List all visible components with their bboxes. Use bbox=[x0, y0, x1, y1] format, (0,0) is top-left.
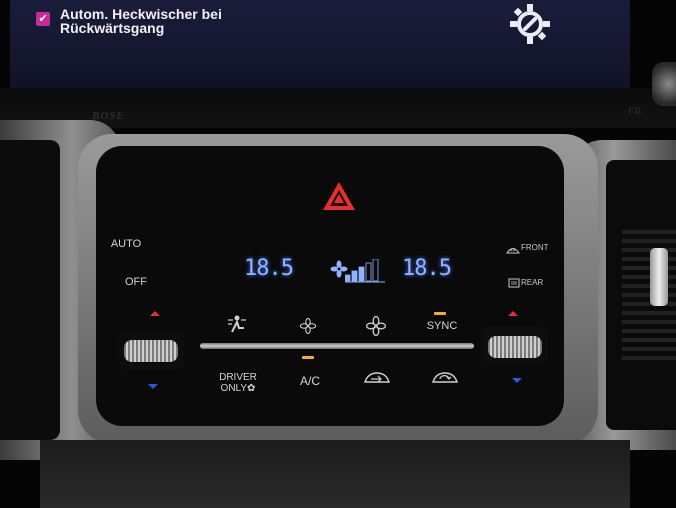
ac-indicator bbox=[302, 356, 314, 359]
right-temp-roller-grip bbox=[488, 336, 542, 358]
right-temp-down-chevron bbox=[512, 378, 522, 383]
front-defrost-label: FRONT bbox=[521, 243, 549, 252]
airflow-mode-icon[interactable] bbox=[226, 314, 248, 334]
auto-button[interactable]: AUTO bbox=[108, 238, 144, 250]
left-temperature-value: 18.5 bbox=[244, 256, 294, 281]
fan-level-bar bbox=[358, 266, 365, 282]
fan-speed-bars bbox=[345, 259, 385, 283]
fan-level-bar bbox=[365, 262, 372, 282]
driver-only-label-line2: ONLY✿ bbox=[212, 383, 264, 394]
gear-wrench-icon[interactable] bbox=[508, 2, 552, 46]
front-defrost-button[interactable]: FRONT bbox=[506, 242, 556, 256]
front-defrost-icon bbox=[506, 248, 520, 254]
recirculation-icon[interactable] bbox=[430, 370, 460, 386]
left-air-vent bbox=[0, 140, 60, 440]
fan-level-bar bbox=[345, 274, 351, 282]
chrome-rail bbox=[200, 343, 474, 349]
fan-level-bar bbox=[351, 270, 358, 282]
checkbox-label-line2: Rückwärtsgang bbox=[60, 20, 165, 36]
right-temp-roller[interactable] bbox=[482, 326, 548, 366]
driver-only-word: ONLY bbox=[220, 383, 248, 394]
fan-down-icon[interactable] bbox=[300, 318, 316, 334]
rear-defrost-icon bbox=[508, 278, 520, 288]
driver-only-fan-icon: ✿ bbox=[247, 383, 256, 394]
driver-only-button[interactable]: DRIVER ONLY✿ bbox=[212, 372, 264, 394]
right-temperature-value: 18.5 bbox=[402, 256, 452, 281]
left-temperature-display: 18.5 bbox=[244, 256, 294, 281]
right-temp-up-chevron bbox=[508, 311, 518, 316]
driver-only-label-line1: DRIVER bbox=[219, 372, 257, 383]
left-temp-roller[interactable] bbox=[118, 330, 184, 370]
ac-button[interactable]: A/C bbox=[292, 374, 328, 388]
sync-button[interactable]: SYNC bbox=[424, 320, 460, 332]
rear-wiper-checkbox-label: Autom. Heckwischer bei Rückwärtsgang bbox=[60, 7, 320, 35]
checkbox-label-line1: Autom. Heckwischer bei bbox=[60, 6, 222, 22]
fresh-air-icon[interactable] bbox=[362, 370, 392, 386]
lower-console bbox=[40, 440, 630, 508]
sync-indicator bbox=[434, 312, 446, 315]
left-temp-down-chevron bbox=[148, 384, 158, 389]
vent-adjust-knob[interactable] bbox=[650, 248, 668, 306]
left-temp-up-chevron bbox=[150, 311, 160, 316]
fan-level-bar bbox=[372, 259, 379, 282]
rear-defrost-label: REAR bbox=[521, 278, 544, 287]
left-temp-roller-grip bbox=[124, 340, 178, 362]
off-button[interactable]: OFF bbox=[118, 276, 154, 288]
rear-defrost-button[interactable]: REAR bbox=[508, 277, 556, 291]
car-dashboard: ✔ Autom. Heckwischer bei Rückwärtsgang B… bbox=[0, 0, 676, 508]
fan-up-icon[interactable] bbox=[366, 316, 386, 336]
rear-wiper-checkbox[interactable]: ✔ bbox=[36, 12, 50, 26]
fil-logo: FIL bbox=[628, 106, 643, 117]
hazard-icon[interactable] bbox=[321, 180, 357, 212]
volume-knob[interactable] bbox=[652, 62, 676, 106]
right-temperature-display: 18.5 bbox=[402, 256, 452, 281]
